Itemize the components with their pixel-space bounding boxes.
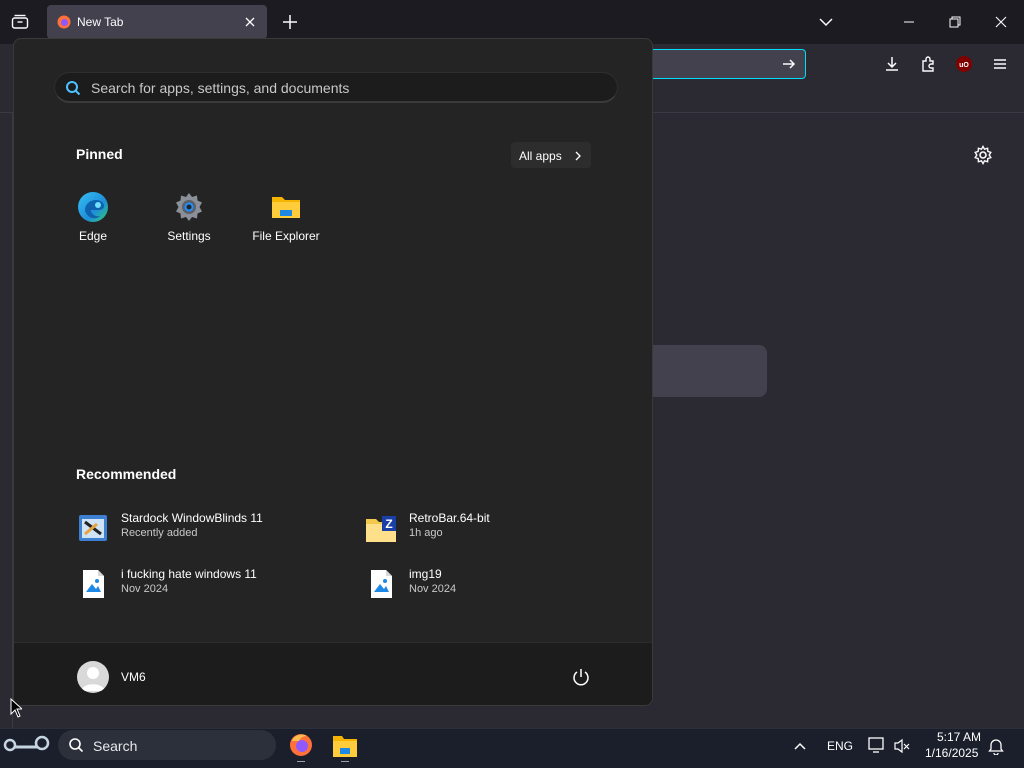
recommended-item-windowblinds[interactable]: Stardock WindowBlinds 11 Recently added xyxy=(77,508,327,548)
chevron-right-icon xyxy=(573,150,583,161)
search-icon xyxy=(68,737,84,753)
hamburger-menu-icon[interactable] xyxy=(990,54,1010,74)
firefox-taskbar-icon[interactable] xyxy=(288,732,314,762)
sidebar-edge xyxy=(0,113,13,728)
mouse-cursor-icon xyxy=(10,697,24,718)
firefox-icon xyxy=(57,15,71,29)
steam-start-icon[interactable] xyxy=(2,733,52,757)
edge-icon xyxy=(77,191,109,223)
pinned-app-label: Settings xyxy=(167,229,211,243)
recommended-item-subtitle: 1h ago xyxy=(409,527,443,539)
avatar[interactable] xyxy=(77,661,109,693)
image-file-icon xyxy=(365,568,397,600)
start-search-box[interactable] xyxy=(54,72,618,103)
image-file-icon xyxy=(77,568,109,600)
extensions-icon[interactable] xyxy=(918,54,938,74)
ublock-origin-icon[interactable]: uO xyxy=(954,54,974,74)
recommended-item-name: Stardock WindowBlinds 11 xyxy=(121,511,263,525)
restore-icon[interactable] xyxy=(946,14,964,30)
clock-date[interactable]: 1/16/2025 xyxy=(925,746,978,760)
file-explorer-icon xyxy=(270,191,302,223)
gear-icon[interactable] xyxy=(972,144,994,166)
tab-list-icon[interactable] xyxy=(8,10,32,34)
recommended-item-name: img19 xyxy=(409,567,442,581)
search-icon xyxy=(65,80,81,96)
new-tab-plus-icon[interactable] xyxy=(280,12,300,32)
recommended-heading: Recommended xyxy=(76,466,177,482)
svg-text:uO: uO xyxy=(959,62,969,69)
taskbar-search-box[interactable]: Search xyxy=(58,730,276,760)
recommended-item-retrobar[interactable]: Z RetroBar.64-bit 1h ago xyxy=(365,508,615,548)
notification-bell-icon[interactable] xyxy=(988,737,1004,756)
recommended-item-name: RetroBar.64-bit xyxy=(409,511,490,525)
clock-time[interactable]: 5:17 AM xyxy=(937,730,981,744)
start-menu: Pinned All apps Edge Settings xyxy=(13,38,653,706)
pinned-app-label: Edge xyxy=(78,229,108,243)
pinned-heading: Pinned xyxy=(76,146,123,162)
zip-folder-icon: Z xyxy=(365,512,397,544)
pinned-app-label: File Explorer xyxy=(252,229,320,243)
svg-text:Z: Z xyxy=(385,517,392,531)
pinned-app-settings[interactable]: Settings xyxy=(144,189,234,249)
taskbar-search-label: Search xyxy=(93,738,138,754)
recommended-item-img19[interactable]: img19 Nov 2024 xyxy=(365,564,615,604)
language-indicator[interactable]: ENG xyxy=(827,739,853,753)
user-bar: VM6 xyxy=(14,642,652,705)
chevron-down-icon[interactable] xyxy=(818,14,834,30)
recommended-item-name: i fucking hate windows 11 xyxy=(121,567,257,581)
close-window-icon[interactable] xyxy=(993,14,1009,30)
tab-title: New Tab xyxy=(77,15,124,29)
windowblinds-icon xyxy=(77,512,109,544)
chevron-up-icon[interactable] xyxy=(792,738,808,754)
pinned-app-file-explorer[interactable]: File Explorer xyxy=(241,189,331,249)
content-card[interactable] xyxy=(640,345,767,397)
taskbar: Search ENG 5:17 AM 1/16/2025 xyxy=(0,728,1024,768)
close-tab-icon[interactable] xyxy=(241,13,259,31)
file-explorer-taskbar-icon[interactable] xyxy=(332,732,358,762)
minimize-icon[interactable] xyxy=(900,14,918,30)
settings-icon xyxy=(173,191,205,223)
start-search-input[interactable] xyxy=(89,76,589,100)
recommended-item-image-file[interactable]: i fucking hate windows 11 Nov 2024 xyxy=(77,564,327,604)
download-icon[interactable] xyxy=(882,54,902,74)
recommended-item-subtitle: Nov 2024 xyxy=(409,583,457,595)
user-name[interactable]: VM6 xyxy=(121,670,146,684)
volume-muted-icon[interactable] xyxy=(893,737,911,755)
pinned-app-edge[interactable]: Edge xyxy=(48,189,138,249)
power-icon[interactable] xyxy=(571,667,591,687)
all-apps-button[interactable]: All apps xyxy=(511,142,591,168)
go-arrow-icon[interactable] xyxy=(781,56,797,72)
recommended-item-subtitle: Nov 2024 xyxy=(121,583,169,595)
url-bar[interactable] xyxy=(640,49,806,79)
network-icon[interactable] xyxy=(867,736,887,754)
all-apps-label: All apps xyxy=(519,149,562,163)
tab-new-tab[interactable]: New Tab xyxy=(47,5,267,39)
recommended-item-subtitle: Recently added xyxy=(121,527,198,539)
